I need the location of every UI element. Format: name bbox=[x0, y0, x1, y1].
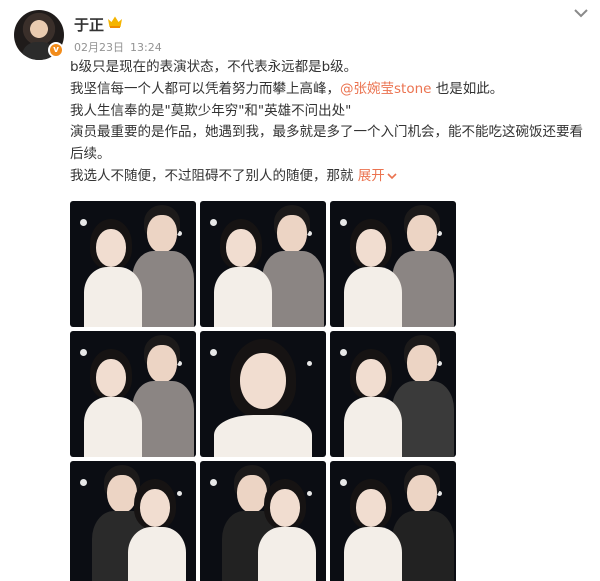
man-face bbox=[237, 475, 267, 513]
woman-face bbox=[356, 359, 386, 397]
man-face bbox=[107, 475, 137, 513]
bokeh-light bbox=[80, 219, 87, 226]
man-face bbox=[147, 215, 177, 253]
bokeh-light bbox=[210, 349, 217, 356]
bokeh-light bbox=[340, 349, 347, 356]
man-face bbox=[407, 475, 437, 513]
woman-coat bbox=[344, 267, 402, 327]
bokeh-light bbox=[210, 219, 217, 226]
weibo-post: v 于正 02月23日 13:24 b级只是现在的表演状态，不代表永远都是b级。 … bbox=[0, 0, 600, 581]
bokeh-light bbox=[340, 479, 347, 486]
woman-coat bbox=[128, 527, 186, 581]
man-face bbox=[277, 215, 307, 253]
post-body: b级只是现在的表演状态，不代表永远都是b级。 我坚信每一个人都可以凭着努力而攀上… bbox=[70, 57, 590, 188]
post-timestamp: 02月23日 13:24 bbox=[74, 39, 162, 55]
photo-thumbnail[interactable] bbox=[200, 331, 326, 457]
post-line-3: 我人生信奉的是"莫欺少年穷"和"英雄不问出处" bbox=[70, 102, 352, 119]
bokeh-light bbox=[210, 479, 217, 486]
expand-button[interactable]: 展开 bbox=[358, 168, 397, 184]
verified-badge-icon: v bbox=[48, 42, 64, 58]
man-face bbox=[407, 215, 437, 253]
bokeh-light bbox=[80, 479, 87, 486]
post-line-2-suffix: 也是如此。 bbox=[431, 80, 504, 97]
bokeh-light bbox=[340, 219, 347, 226]
bokeh-light bbox=[307, 491, 312, 496]
photo-thumbnail[interactable] bbox=[70, 461, 196, 581]
woman-face bbox=[96, 229, 126, 267]
post-line-1: b级只是现在的表演状态，不代表永远都是b级。 bbox=[70, 59, 358, 75]
woman-face bbox=[140, 489, 170, 527]
photo-thumbnail[interactable] bbox=[70, 331, 196, 457]
woman-coat bbox=[214, 415, 312, 457]
woman-face bbox=[96, 359, 126, 397]
post-line-6-text: 我选人不随便，不过阻碍不了别人的随便，那就 bbox=[70, 167, 358, 184]
man-face bbox=[407, 345, 437, 383]
post-date: 02月23日 bbox=[74, 41, 124, 54]
bokeh-light bbox=[80, 349, 87, 356]
post-time: 13:24 bbox=[130, 41, 162, 54]
woman-coat bbox=[344, 527, 402, 581]
woman-coat bbox=[214, 267, 272, 327]
woman-face bbox=[270, 489, 300, 527]
bokeh-light bbox=[177, 491, 182, 496]
author-name[interactable]: 于正 bbox=[74, 14, 104, 35]
man-face bbox=[147, 345, 177, 383]
photo-thumbnail[interactable] bbox=[330, 331, 456, 457]
post-line-4: 演员最重要的是作品，她遇到我，最多就是多了一个入门机会，能不能吃这碗饭还要看 bbox=[70, 124, 583, 141]
woman-coat bbox=[84, 267, 142, 327]
photo-thumbnail[interactable] bbox=[330, 201, 456, 327]
woman-coat bbox=[258, 527, 316, 581]
expand-label: 展开 bbox=[357, 167, 385, 184]
post-line-5: 后续。 bbox=[70, 146, 111, 163]
chevron-down-icon[interactable] bbox=[572, 6, 590, 20]
expand-chevron-icon bbox=[387, 173, 397, 180]
post-line-6: 我选人不随便，不过阻碍不了别人的随便，那就 展开 bbox=[70, 166, 590, 188]
bokeh-light bbox=[307, 361, 312, 366]
mention-link[interactable]: @张婉莹stone bbox=[340, 81, 431, 97]
woman-coat bbox=[84, 397, 142, 457]
crown-icon bbox=[108, 16, 122, 28]
woman-face bbox=[356, 489, 386, 527]
woman-face bbox=[356, 229, 386, 267]
woman-face bbox=[226, 229, 256, 267]
photo-thumbnail[interactable] bbox=[200, 461, 326, 581]
post-line-2: 我坚信每一个人都可以凭着努力而攀上高峰，@张婉莹stone 也是如此。 bbox=[70, 79, 590, 101]
photo-thumbnail[interactable] bbox=[330, 461, 456, 581]
woman-coat bbox=[344, 397, 402, 457]
post-line-2-text: 我坚信每一个人都可以凭着努力而攀上高峰， bbox=[70, 80, 340, 97]
photo-thumbnail[interactable] bbox=[200, 201, 326, 327]
photo-thumbnail[interactable] bbox=[70, 201, 196, 327]
woman-face bbox=[240, 353, 286, 409]
